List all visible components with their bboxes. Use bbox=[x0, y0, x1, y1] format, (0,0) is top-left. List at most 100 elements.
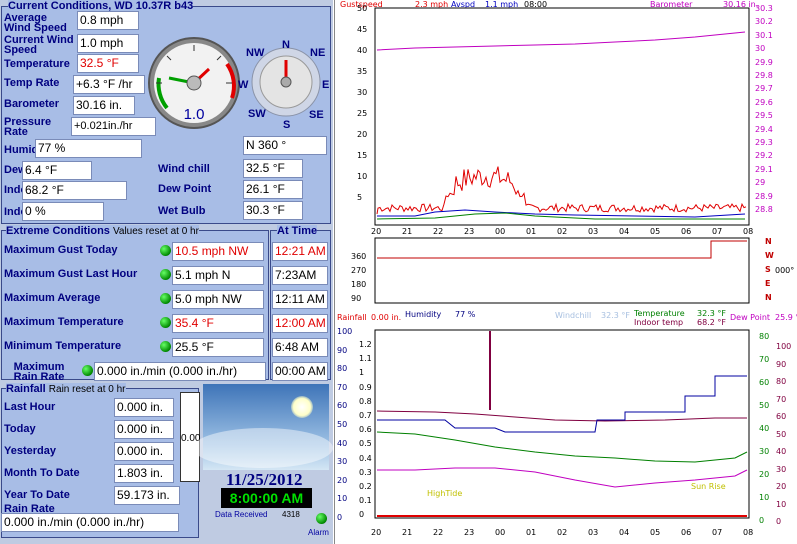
sunrise-label: Sun Rise bbox=[691, 482, 726, 491]
left-panel: Current Conditions, WD 10.37R b43 Averag… bbox=[0, 0, 333, 544]
alarm-led-icon[interactable] bbox=[316, 513, 327, 524]
axis-tick: 29.8 bbox=[755, 71, 773, 80]
top-graph-frame bbox=[374, 7, 750, 226]
axis-tick: 05 bbox=[650, 528, 661, 537]
date-display: 11/25/2012 bbox=[226, 470, 303, 489]
axis-tick: 40 bbox=[337, 438, 348, 448]
humidity-graph-label: Humidity bbox=[405, 310, 442, 319]
axis-tick: 0.8 bbox=[359, 396, 372, 406]
status-led-icon bbox=[160, 317, 171, 328]
gauge-value: 1.0 bbox=[184, 106, 205, 123]
axis-tick: 30 bbox=[755, 44, 766, 54]
status-led-icon bbox=[160, 245, 171, 256]
compass-w: W bbox=[238, 79, 249, 91]
axis-tick: 80 bbox=[759, 332, 770, 341]
status-led-icon bbox=[160, 269, 171, 280]
axis-tick: 20 bbox=[776, 482, 787, 491]
axis-tick: 0.2 bbox=[359, 482, 372, 491]
axis-tick: 50 bbox=[337, 420, 348, 429]
axis-tick: 70 bbox=[759, 355, 770, 364]
indoorhum-value: 0 % bbox=[22, 202, 104, 221]
extreme-label: Maximum Gust Today bbox=[4, 244, 118, 256]
extreme-time: 6:48 AM bbox=[272, 338, 328, 357]
axis-tick: 29.3 bbox=[755, 138, 773, 147]
rain-rate-value: 0.000 in./min (0.000 in./hr) bbox=[1, 513, 179, 532]
axis-tick: 29.5 bbox=[755, 111, 773, 121]
axis-tick: 08 bbox=[743, 528, 754, 537]
axis-tick: 90 bbox=[337, 345, 348, 355]
rainfall-graph-label: Rainfall bbox=[337, 313, 367, 322]
axis-tick: 07 bbox=[712, 227, 723, 236]
axis-tick: 06 bbox=[681, 227, 692, 236]
extreme-time: 00:00 AM bbox=[272, 362, 328, 381]
axis-tick: 30 bbox=[357, 88, 368, 97]
humidity-value: 77 % bbox=[35, 139, 142, 158]
axis-tick: 01 bbox=[526, 528, 537, 537]
axis-tick: 20 bbox=[371, 227, 382, 236]
axis-tick: 08 bbox=[743, 227, 754, 236]
axis-tick: 0.3 bbox=[359, 467, 372, 477]
extreme-time: 12:21 AM bbox=[272, 242, 328, 261]
axis-tick: 70 bbox=[776, 394, 787, 404]
axis-tick: 90 bbox=[776, 359, 787, 369]
axis-tick: 40 bbox=[759, 424, 770, 433]
axis-tick: 04 bbox=[619, 227, 630, 236]
rain-year-label: Year To Date bbox=[4, 489, 70, 501]
axis-tick: 23 bbox=[464, 528, 475, 537]
axis-tick: 00 bbox=[495, 528, 506, 537]
data-received-value: 4318 bbox=[282, 510, 300, 519]
dewpoint-label: Dew Point bbox=[158, 183, 212, 195]
axis-tick: 15 bbox=[357, 151, 368, 160]
extreme-value: 0.000 in./min (0.000 in./hr) bbox=[94, 362, 266, 381]
axis-tick: 20 bbox=[337, 475, 348, 485]
axis-tick: 29.9 bbox=[755, 57, 773, 67]
axis-tick: 70 bbox=[337, 382, 348, 392]
axis-tick: 35 bbox=[357, 67, 368, 76]
hightide-label: HighTide bbox=[427, 489, 463, 498]
axis-tick: 0.7 bbox=[359, 411, 372, 420]
axis-tick: 21 bbox=[402, 528, 413, 537]
axis-tick: 0.5 bbox=[359, 439, 372, 449]
rain-today-value: 0.000 in. bbox=[114, 420, 174, 439]
compass-s: S bbox=[283, 119, 291, 131]
axis-tick: 50 bbox=[759, 401, 770, 410]
extreme-value: 5.1 mph N bbox=[172, 266, 264, 285]
axis-tick: 40 bbox=[357, 46, 368, 55]
axis-tick: 20 bbox=[759, 470, 770, 479]
axis-tick: 04 bbox=[619, 528, 630, 537]
axis-tick: 29.2 bbox=[755, 151, 773, 161]
data-received-label: Data Received bbox=[215, 510, 268, 519]
axis-tick: 30.2 bbox=[755, 17, 773, 27]
axis-tick: 45 bbox=[357, 25, 368, 34]
axis-tick: 28.9 bbox=[755, 191, 773, 201]
axis-tick: 30 bbox=[776, 464, 787, 474]
avg-wind-label: Average Wind Speed bbox=[4, 12, 67, 34]
baro-value: 30.16 in. bbox=[73, 96, 135, 115]
axis-tick: 21 bbox=[402, 227, 413, 236]
alarm-label[interactable]: Alarm bbox=[308, 528, 329, 537]
rain-yesterday-label: Yesterday bbox=[4, 445, 56, 457]
axis-tick: 180 bbox=[351, 280, 367, 289]
axis-tick: 29.4 bbox=[755, 124, 773, 134]
extreme-label: Minimum Temperature bbox=[4, 340, 122, 352]
axis-tick: 20 bbox=[371, 528, 382, 537]
axis-tick: 0 bbox=[776, 517, 782, 526]
axis-tick: 0.1 bbox=[359, 496, 372, 506]
compass-e: E bbox=[322, 79, 330, 91]
extreme-time: 7:23AM bbox=[272, 266, 328, 285]
indoortemp-value: 68.2 °F bbox=[22, 181, 127, 200]
windchill-value: 32.5 °F bbox=[243, 159, 303, 178]
axis-tick: 23 bbox=[464, 227, 475, 236]
graphs-svg bbox=[374, 7, 750, 519]
pressrate-value: +0.021in./hr bbox=[71, 117, 156, 136]
rain-today-label: Today bbox=[4, 423, 36, 435]
axis-tick: 0.9 bbox=[359, 382, 372, 392]
sky-image bbox=[193, 384, 333, 470]
axis-tick: 20 bbox=[357, 130, 368, 139]
axis-tick: 50 bbox=[776, 429, 787, 439]
compass-ne: NE bbox=[310, 47, 326, 59]
axis-tick: 10 bbox=[759, 493, 770, 502]
rain-lasthour-label: Last Hour bbox=[4, 401, 56, 413]
axis-tick: 00 bbox=[495, 227, 506, 236]
axis-tick: 22 bbox=[433, 227, 444, 236]
